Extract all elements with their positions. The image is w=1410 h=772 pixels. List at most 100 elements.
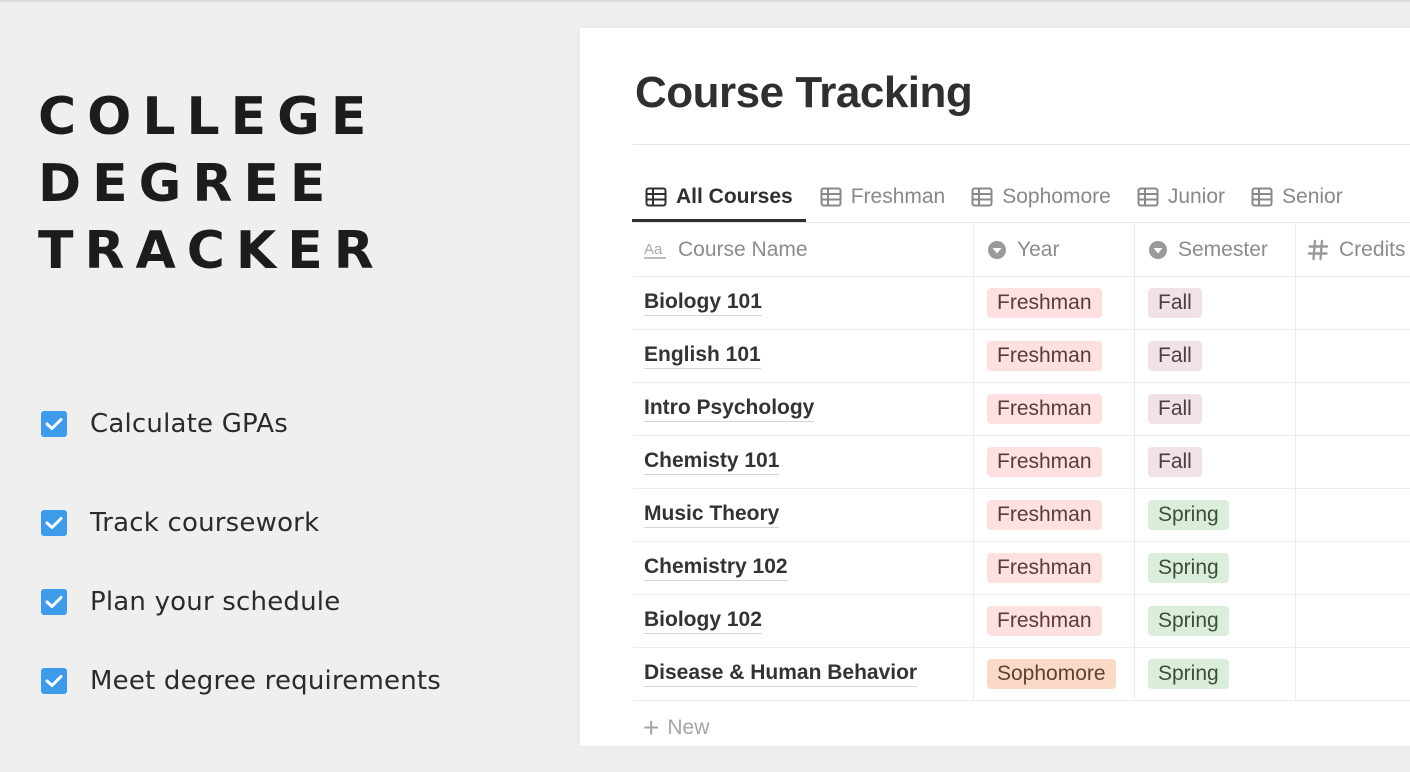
credits-cell[interactable] (1296, 436, 1410, 488)
course-name[interactable]: Intro Psychology (644, 396, 815, 422)
number-property-icon (1307, 239, 1329, 261)
year-cell[interactable]: Freshman (974, 383, 1135, 435)
table-icon (1137, 187, 1159, 207)
year-cell[interactable]: Freshman (974, 489, 1135, 541)
feature-item: Meet degree requirements (41, 641, 441, 720)
semester-cell[interactable]: Spring (1135, 542, 1296, 594)
course-name-cell[interactable]: Chemistry 102 (633, 542, 974, 594)
year-cell[interactable]: Freshman (974, 330, 1135, 382)
tab-junior[interactable]: Junior (1125, 174, 1237, 220)
column-header-label: Semester (1178, 238, 1268, 261)
tab-all-courses[interactable]: All Courses (632, 174, 806, 222)
table-icon (971, 187, 993, 207)
year-cell[interactable]: Freshman (974, 436, 1135, 488)
credits-cell[interactable] (1296, 542, 1410, 594)
semester-cell[interactable]: Fall (1135, 383, 1296, 435)
semester-cell[interactable]: Spring (1135, 595, 1296, 647)
course-name[interactable]: Biology 101 (644, 290, 762, 316)
semester-cell[interactable]: Fall (1135, 330, 1296, 382)
year-cell[interactable]: Freshman (974, 542, 1135, 594)
year-tag: Freshman (987, 447, 1102, 477)
course-name-cell[interactable]: Biology 102 (633, 595, 974, 647)
table-row[interactable]: Chemistry 102 Freshman Spring (633, 542, 1410, 595)
credits-cell[interactable] (1296, 595, 1410, 647)
page-title[interactable]: Course Tracking (635, 68, 973, 118)
course-name-cell[interactable]: Music Theory (633, 489, 974, 541)
svg-text:Aa: Aa (644, 241, 663, 258)
semester-tag: Spring (1148, 553, 1229, 583)
semester-tag: Fall (1148, 341, 1202, 371)
tab-label: Senior (1282, 185, 1343, 208)
year-tag: Freshman (987, 394, 1102, 424)
course-name[interactable]: Music Theory (644, 502, 780, 528)
tab-label: All Courses (676, 184, 793, 208)
semester-cell[interactable]: Fall (1135, 436, 1296, 488)
year-tag: Freshman (987, 288, 1102, 318)
year-tag: Freshman (987, 500, 1102, 530)
table-row[interactable]: Intro Psychology Freshman Fall (633, 383, 1410, 436)
course-name-cell[interactable]: Intro Psychology (633, 383, 974, 435)
year-cell[interactable]: Freshman (974, 277, 1135, 329)
divider (633, 144, 1410, 145)
semester-tag: Spring (1148, 659, 1229, 689)
tab-sophomore[interactable]: Sophomore (959, 174, 1123, 220)
semester-tag: Fall (1148, 394, 1202, 424)
course-name-cell[interactable]: English 101 (633, 330, 974, 382)
feature-item: Calculate GPAs (41, 404, 441, 444)
table-row[interactable]: Chemisty 101 Freshman Fall (633, 436, 1410, 489)
select-property-icon (987, 240, 1007, 260)
divider (633, 222, 1410, 223)
tab-freshman[interactable]: Freshman (808, 174, 958, 220)
checkbox-checked-icon (41, 588, 67, 615)
column-header-course-name[interactable]: Aa Course Name (633, 224, 974, 276)
course-name[interactable]: Biology 102 (644, 608, 762, 634)
plus-icon: + (643, 712, 660, 743)
column-header-year[interactable]: Year (974, 224, 1135, 276)
course-name-cell[interactable]: Chemisty 101 (633, 436, 974, 488)
table-row[interactable]: English 101 Freshman Fall (633, 330, 1410, 383)
column-header-credits[interactable]: Credits (1296, 224, 1410, 276)
course-name[interactable]: Chemistry 102 (644, 555, 788, 581)
year-cell[interactable]: Freshman (974, 595, 1135, 647)
table-row[interactable]: Music Theory Freshman Spring (633, 489, 1410, 542)
semester-cell[interactable]: Fall (1135, 277, 1296, 329)
course-name-cell[interactable]: Disease & Human Behavior (633, 648, 974, 700)
credits-cell[interactable] (1296, 330, 1410, 382)
credits-cell[interactable] (1296, 489, 1410, 541)
select-property-icon (1148, 240, 1168, 260)
course-name[interactable]: Chemisty 101 (644, 449, 780, 475)
semester-cell[interactable]: Spring (1135, 648, 1296, 700)
new-row-label: New (667, 716, 710, 739)
checkbox-checked-icon (41, 667, 67, 694)
feature-label: Meet degree requirements (90, 665, 442, 696)
table-row[interactable]: Biology 101 Freshman Fall (633, 277, 1410, 330)
table-icon (1251, 187, 1273, 207)
semester-cell[interactable]: Spring (1135, 489, 1296, 541)
feature-list: Calculate GPAs Track coursework Plan you… (41, 404, 441, 720)
semester-tag: Spring (1148, 500, 1229, 530)
course-name[interactable]: Disease & Human Behavior (644, 661, 918, 687)
credits-cell[interactable] (1296, 648, 1410, 700)
feature-item: Plan your schedule (41, 562, 441, 641)
column-header-label: Credits (1339, 238, 1406, 261)
table-icon (645, 187, 667, 207)
checkbox-checked-icon (41, 411, 67, 437)
year-cell[interactable]: Sophomore (974, 648, 1135, 700)
semester-tag: Fall (1148, 447, 1202, 477)
column-header-semester[interactable]: Semester (1135, 224, 1296, 276)
feature-item: Track coursework (41, 483, 441, 562)
new-row-button[interactable]: + New (643, 714, 709, 742)
database-panel: Course Tracking All Courses Freshman Sopho… (580, 28, 1410, 746)
tab-senior[interactable]: Senior (1239, 174, 1355, 220)
semester-tag: Spring (1148, 606, 1229, 636)
table-header-row: Aa Course Name Year Semester Credits (633, 224, 1410, 277)
year-tag: Freshman (987, 553, 1102, 583)
credits-cell[interactable] (1296, 383, 1410, 435)
table-row[interactable]: Disease & Human Behavior Sophomore Spring (633, 648, 1410, 701)
course-table: Aa Course Name Year Semester Credits Biology… (633, 224, 1410, 701)
course-name-cell[interactable]: Biology 101 (633, 277, 974, 329)
table-row[interactable]: Biology 102 Freshman Spring (633, 595, 1410, 648)
credits-cell[interactable] (1296, 277, 1410, 329)
view-tabs: All Courses Freshman Sophomore Junior Senior (632, 174, 1357, 222)
course-name[interactable]: English 101 (644, 343, 761, 369)
